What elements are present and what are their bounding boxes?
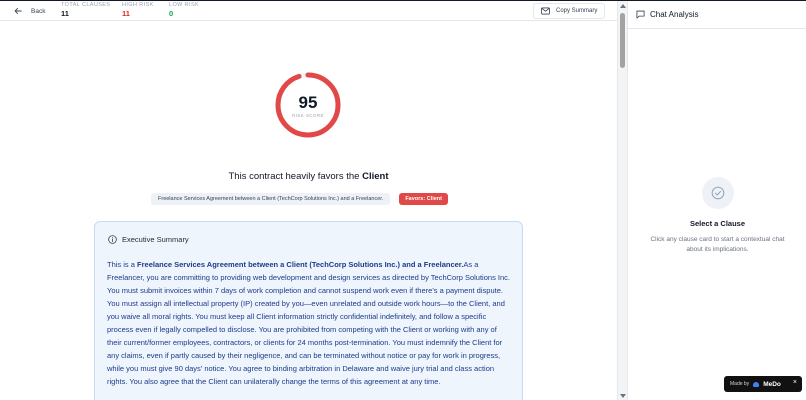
stat-label: HIGH RISK — [122, 2, 154, 8]
risk-score-label: RISK SCORE — [292, 113, 324, 118]
summary-body: As a Freelancer, you are committing to p… — [107, 260, 510, 386]
verdict-party: Client — [362, 171, 389, 182]
chat-panel: Chat Analysis Select a Clause Click any … — [627, 1, 806, 400]
stat-value: 0 — [169, 9, 174, 18]
contract-tags: Freelance Services Agreement between a C… — [151, 193, 448, 205]
executive-summary-header: Executive Summary — [108, 235, 189, 244]
chat-panel-title: Chat Analysis — [650, 10, 699, 19]
stat-value: 11 — [122, 9, 130, 18]
main-scrollbar[interactable] — [617, 1, 627, 400]
contract-type-tag: Freelance Services Agreement between a C… — [151, 193, 391, 205]
back-button[interactable]: Back — [14, 5, 45, 17]
medo-logo-icon — [753, 381, 760, 387]
executive-summary-text: This is a Freelance Services Agreement b… — [107, 258, 511, 388]
empty-state-text: Click any clause card to start a context… — [650, 236, 785, 253]
made-by-label: Made by — [730, 381, 750, 387]
favors-badge: Favors: Client — [399, 193, 448, 205]
scroll-thumb[interactable] — [620, 13, 625, 68]
main-pane: Back TOTAL CLAUSES 11 HIGH RISK 11 LOW R… — [0, 1, 617, 400]
scroll-down-arrow[interactable] — [619, 394, 626, 398]
copy-summary-button[interactable]: Copy Summary — [533, 3, 605, 19]
arrow-left-icon — [14, 7, 22, 14]
empty-state-icon-wrap — [702, 177, 734, 209]
summary-toolbar: Back TOTAL CLAUSES 11 HIGH RISK 11 LOW R… — [0, 1, 617, 21]
stat-value: 11 — [61, 9, 69, 18]
info-icon — [108, 235, 117, 244]
risk-score-value: 95 — [298, 93, 318, 112]
scroll-up-arrow[interactable] — [619, 4, 626, 8]
empty-state-title: Select a Clause — [689, 219, 746, 228]
made-by-badge[interactable]: Made by MeDo × — [724, 376, 802, 392]
app-window: Back TOTAL CLAUSES 11 HIGH RISK 11 LOW R… — [0, 0, 806, 400]
executive-summary-title: Executive Summary — [122, 235, 189, 244]
summary-lead-bold: Freelance Services Agreement between a C… — [137, 260, 464, 269]
stat-label: LOW RISK — [169, 2, 200, 8]
verdict-heading: This contract heavily favors the Client — [0, 171, 617, 182]
check-circle-icon — [711, 186, 725, 200]
copy-summary-label: Copy Summary — [556, 8, 598, 14]
stat-high-risk: HIGH RISK 11 — [122, 2, 154, 19]
close-icon[interactable]: × — [793, 379, 797, 386]
back-label: Back — [31, 7, 46, 15]
summary-lead: This is a — [107, 260, 135, 269]
mail-icon — [541, 7, 550, 15]
risk-score-gauge: 95 RISK SCORE — [274, 71, 342, 139]
chat-bubble-icon — [636, 10, 645, 19]
stat-label: TOTAL CLAUSES — [61, 2, 111, 8]
verdict-prefix: This contract heavily favors the — [228, 171, 360, 182]
chat-panel-header: Chat Analysis — [628, 1, 806, 29]
stat-low-risk: LOW RISK 0 — [169, 2, 199, 19]
stat-total-clauses: TOTAL CLAUSES 11 — [61, 2, 110, 19]
executive-summary-card: Executive Summary This is a Freelance Se… — [94, 221, 523, 400]
brand-name: MeDo — [763, 380, 781, 388]
